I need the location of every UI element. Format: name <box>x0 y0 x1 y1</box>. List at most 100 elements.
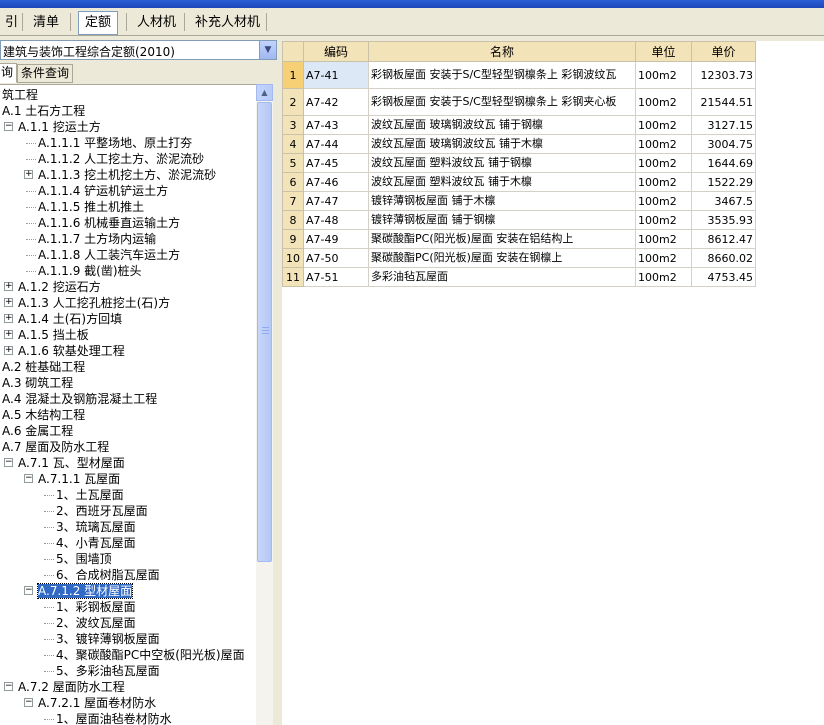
tree-node[interactable]: 1、彩钢板屋面 <box>56 599 136 615</box>
cell-name[interactable]: 彩钢板屋面 安装于S/C型轻型钢檩条上 彩钢波纹瓦 <box>368 61 636 89</box>
tree-node[interactable]: 6、合成树脂瓦屋面 <box>56 567 160 583</box>
tree-node[interactable]: 2、波纹瓦屋面 <box>56 615 136 631</box>
tree-vertical-scrollbar[interactable]: ▲ <box>256 84 273 725</box>
collapse-minus-icon[interactable]: − <box>4 682 13 691</box>
tab-bill[interactable]: 清单 <box>26 11 66 35</box>
cell-name[interactable]: 波纹瓦屋面 玻璃钢波纹瓦 铺于木檩 <box>368 134 636 154</box>
cell-name[interactable]: 聚碳酸酯PC(阳光板)屋面 安装在铝结构上 <box>368 229 636 249</box>
cell-unit[interactable]: 100m2 <box>635 191 692 211</box>
table-row[interactable]: 11 A7-51 多彩油毡瓦屋面 100m2 4753.45 <box>282 267 756 287</box>
cell-code[interactable]: A7-48 <box>303 210 369 230</box>
column-header-name[interactable]: 名称 <box>368 41 636 62</box>
tree-node[interactable]: A.1.1.8 人工装汽车运土方 <box>38 247 180 263</box>
table-row[interactable]: 9 A7-49 聚碳酸酯PC(阳光板)屋面 安装在铝结构上 100m2 8612.47 <box>282 229 756 249</box>
cell-price[interactable]: 3004.75 <box>691 134 756 154</box>
tree-node[interactable]: A.1.1.2 人工挖土方、淤泥流砂 <box>38 151 204 167</box>
cell-unit[interactable]: 100m2 <box>635 115 692 135</box>
cell-name[interactable]: 多彩油毡瓦屋面 <box>368 267 636 287</box>
cell-unit[interactable]: 100m2 <box>635 172 692 192</box>
expand-plus-icon[interactable]: + <box>4 330 13 339</box>
cell-name[interactable]: 波纹瓦屋面 塑料波纹瓦 铺于木檩 <box>368 172 636 192</box>
tree-node[interactable]: A.1.1.4 铲运机铲运土方 <box>38 183 168 199</box>
quota-library-select[interactable]: 建筑与装饰工程综合定额(2010) ▼ <box>0 40 277 60</box>
tree-node[interactable]: 5、围墙顶 <box>56 551 112 567</box>
cell-name[interactable]: 波纹瓦屋面 玻璃钢波纹瓦 铺于钢檩 <box>368 115 636 135</box>
cell-name[interactable]: 波纹瓦屋面 塑料波纹瓦 铺于钢檩 <box>368 153 636 173</box>
expand-plus-icon[interactable]: + <box>4 282 13 291</box>
tab-supplement-lmm[interactable]: 补充人材机 <box>188 11 267 35</box>
tab-query[interactable]: 询 <box>0 63 18 83</box>
tree-node[interactable]: A.2 桩基础工程 <box>2 359 85 375</box>
tree-node[interactable]: A.5 木结构工程 <box>2 407 85 423</box>
cell-code[interactable]: A7-46 <box>303 172 369 192</box>
cell-unit[interactable]: 100m2 <box>635 153 692 173</box>
chevron-down-icon[interactable]: ▼ <box>259 41 276 59</box>
tree-node[interactable]: A.1.4 土(石)方回填 <box>18 311 122 327</box>
tree-node[interactable]: A.1.6 软基处理工程 <box>18 343 125 359</box>
tree-node[interactable]: A.7.2.1 屋面卷材防水 <box>38 695 156 711</box>
collapse-minus-icon[interactable]: − <box>24 698 33 707</box>
tree-node[interactable]: A.1.1.3 挖土机挖土方、淤泥流砂 <box>38 167 216 183</box>
cell-price[interactable]: 3127.15 <box>691 115 756 135</box>
tree-node[interactable]: A.7.2 屋面防水工程 <box>18 679 125 695</box>
row-number[interactable]: 10 <box>282 248 304 268</box>
cell-code[interactable]: A7-43 <box>303 115 369 135</box>
column-header-price[interactable]: 单价 <box>691 41 756 62</box>
cell-unit[interactable]: 100m2 <box>635 248 692 268</box>
table-row[interactable]: 6 A7-46 波纹瓦屋面 塑料波纹瓦 铺于木檩 100m2 1522.29 <box>282 172 756 192</box>
row-number[interactable]: 7 <box>282 191 304 211</box>
row-number[interactable]: 1 <box>282 61 304 89</box>
cell-price[interactable]: 12303.73 <box>691 61 756 89</box>
tree-node[interactable]: A.1.1.9 截(凿)桩头 <box>38 263 142 279</box>
tree-node[interactable]: 1、屋面油毡卷材防水 <box>56 711 172 725</box>
collapse-minus-icon[interactable]: − <box>4 458 13 467</box>
tree-node[interactable]: A.1.1.6 机械垂直运输土方 <box>38 215 180 231</box>
cell-unit[interactable]: 100m2 <box>635 88 692 116</box>
tree-node[interactable]: A.1 土石方工程 <box>2 103 85 119</box>
tree-node[interactable]: A.7.1.1 瓦屋面 <box>38 471 120 487</box>
tree-node[interactable]: A.4 混凝土及钢筋混凝土工程 <box>2 391 157 407</box>
expand-plus-icon[interactable]: + <box>4 314 13 323</box>
tree-node[interactable]: 4、聚碳酸酯PC中空板(阳光板)屋面 <box>56 647 245 663</box>
expand-plus-icon[interactable]: + <box>4 346 13 355</box>
cell-code[interactable]: A7-42 <box>303 88 369 116</box>
tree-node[interactable]: 3、镀锌薄钢板屋面 <box>56 631 160 647</box>
cell-code[interactable]: A7-49 <box>303 229 369 249</box>
tree-node[interactable]: 4、小青瓦屋面 <box>56 535 136 551</box>
cell-name[interactable]: 镀锌薄钢板屋面 铺于木檩 <box>368 191 636 211</box>
cell-unit[interactable]: 100m2 <box>635 210 692 230</box>
table-row[interactable]: 8 A7-48 镀锌薄钢板屋面 铺于钢檩 100m2 3535.93 <box>282 210 756 230</box>
table-row[interactable]: 4 A7-44 波纹瓦屋面 玻璃钢波纹瓦 铺于木檩 100m2 3004.75 <box>282 134 756 154</box>
tree-node[interactable]: A.1.1.1 平整场地、原土打夯 <box>38 135 192 151</box>
quota-tree[interactable]: 筑工程 A.1 土石方工程 A.1.1 挖运土方 − A.1.1.1 平整场地、原土打夯… <box>0 84 256 725</box>
cell-code[interactable]: A7-44 <box>303 134 369 154</box>
tree-node[interactable]: A.6 金属工程 <box>2 423 73 439</box>
scroll-up-arrow-icon[interactable]: ▲ <box>256 84 273 101</box>
column-header-code[interactable]: 编码 <box>303 41 369 62</box>
row-number[interactable]: 8 <box>282 210 304 230</box>
row-number[interactable]: 5 <box>282 153 304 173</box>
table-row[interactable]: 5 A7-45 波纹瓦屋面 塑料波纹瓦 铺于钢檩 100m2 1644.69 <box>282 153 756 173</box>
cell-price[interactable]: 1644.69 <box>691 153 756 173</box>
tree-node[interactable]: A.1.1.5 推土机推土 <box>38 199 144 215</box>
tree-node[interactable]: 5、多彩油毡瓦屋面 <box>56 663 160 679</box>
cell-name[interactable]: 聚碳酸酯PC(阳光板)屋面 安装在钢檩上 <box>368 248 636 268</box>
tree-node[interactable]: 筑工程 <box>2 87 38 103</box>
table-row[interactable]: 1 A7-41 彩钢板屋面 安装于S/C型轻型钢檩条上 彩钢波纹瓦 100m2 1230… <box>282 61 756 89</box>
table-row[interactable]: 10 A7-50 聚碳酸酯PC(阳光板)屋面 安装在钢檩上 100m2 8660.02 <box>282 248 756 268</box>
cell-code[interactable]: A7-45 <box>303 153 369 173</box>
column-header-unit[interactable]: 单位 <box>635 41 692 62</box>
cell-code[interactable]: A7-41 <box>303 61 369 89</box>
scrollbar-thumb[interactable] <box>257 102 272 562</box>
tree-node[interactable]: A.1.3 人工挖孔桩挖土(石)方 <box>18 295 170 311</box>
row-number[interactable]: 6 <box>282 172 304 192</box>
tree-node[interactable]: A.7.1.2 型材屋面 <box>36 583 134 599</box>
collapse-minus-icon[interactable]: − <box>4 122 13 131</box>
tab-labor-material-machine[interactable]: 人材机 <box>130 11 183 35</box>
tree-node[interactable]: A.3 砌筑工程 <box>2 375 73 391</box>
cell-code[interactable]: A7-50 <box>303 248 369 268</box>
row-number[interactable]: 4 <box>282 134 304 154</box>
cell-unit[interactable]: 100m2 <box>635 267 692 287</box>
cell-price[interactable]: 21544.51 <box>691 88 756 116</box>
table-row[interactable]: 2 A7-42 彩钢板屋面 安装于S/C型轻型钢檩条上 彩钢夹心板 100m2 2154… <box>282 88 756 116</box>
